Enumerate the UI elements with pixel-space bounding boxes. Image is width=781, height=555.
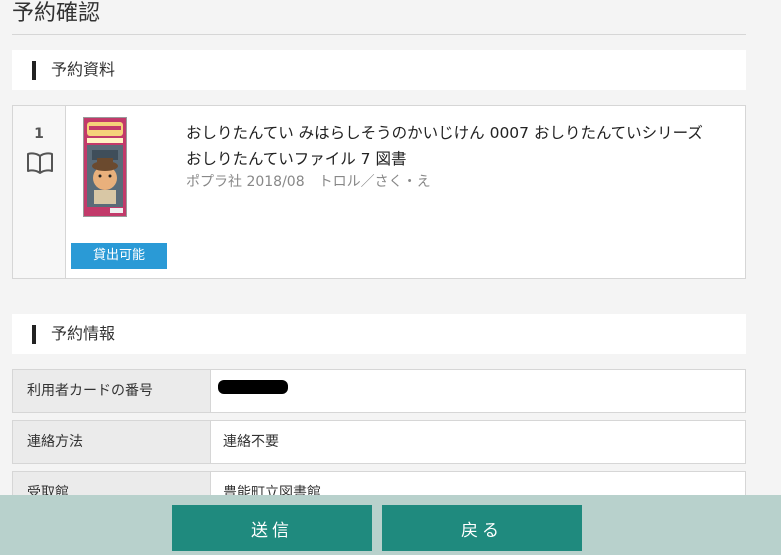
page-title: 予約確認 [12,0,746,35]
book-cover-art [84,118,126,216]
book-meta: ポプラ社 2018/08 トロル／さく・え [186,174,431,190]
section-bar [32,61,36,80]
book-index-cell: 1 [13,106,66,278]
book-cover-image[interactable] [83,117,127,217]
book-card: 1 おしりたんてい みはらしそうのかいじけん 0007 おしりたんていシリーズ … [12,105,746,279]
section-label-info: 予約情報 [51,324,116,343]
section-label-materials: 予約資料 [51,60,116,79]
back-button[interactable]: 戻る [382,505,582,551]
section-header-info: 予約情報 [12,314,746,354]
book-number: 1 [34,126,44,142]
section-header-materials: 予約資料 [12,50,746,90]
availability-badge: 貸出可能 [71,243,167,269]
book-title[interactable]: おしりたんてい みはらしそうのかいじけん 0007 おしりたんていシリーズ おし… [186,120,731,172]
contact-method-value: 連絡不要 [223,434,279,450]
submit-button[interactable]: 送信 [172,505,372,551]
info-row-card-number: 利用者カードの番号 [12,369,746,413]
action-bar: 送信 戻る [0,495,781,555]
section-bar [32,325,36,344]
info-row-contact: 連絡方法 連絡不要 [12,420,746,464]
contact-method-label: 連絡方法 [13,421,211,463]
open-book-icon [27,152,53,174]
card-number-label: 利用者カードの番号 [13,370,211,412]
redacted-card-number [218,380,288,394]
